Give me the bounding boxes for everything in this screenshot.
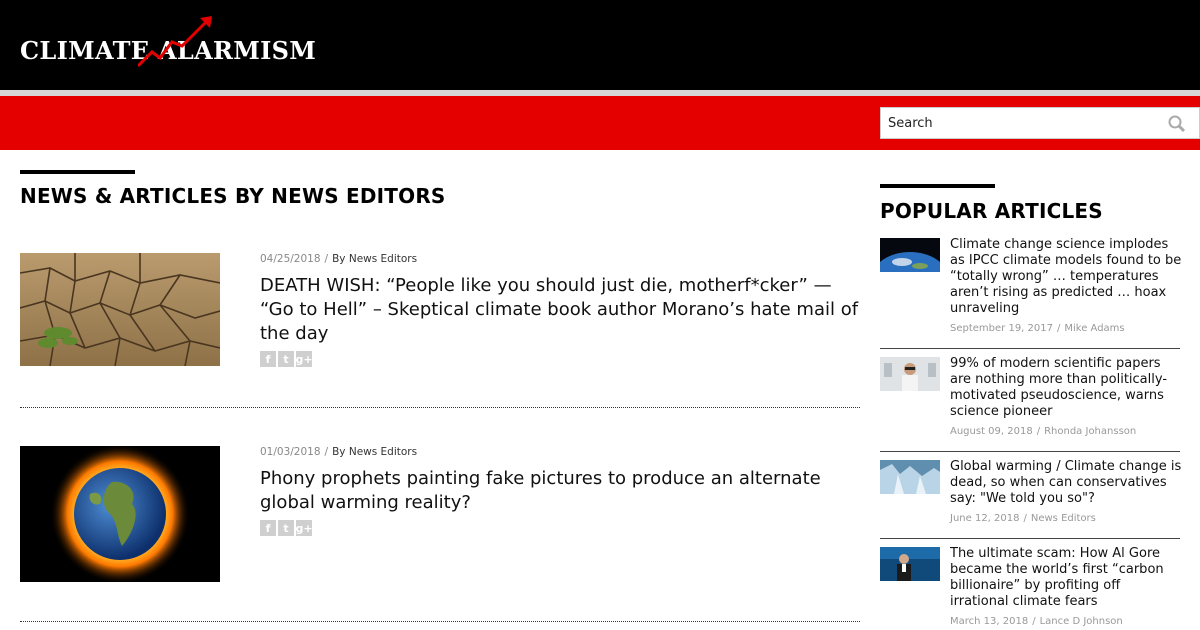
popular-article-meta: August 09, 2018/Rhonda Johansson xyxy=(950,426,1136,437)
article-title[interactable]: Phony prophets painting fake pictures to… xyxy=(260,467,860,515)
search-icon[interactable] xyxy=(1166,114,1188,134)
google-plus-share-icon[interactable]: g+ xyxy=(295,520,313,536)
share-buttons: f t g+ xyxy=(260,520,313,536)
popular-article-meta: September 19, 2017/Mike Adams xyxy=(950,323,1125,334)
rising-arrow-icon xyxy=(138,16,212,68)
meta-separator: / xyxy=(324,446,329,458)
speaker-thumbnail[interactable] xyxy=(880,547,940,581)
twitter-share-icon[interactable]: t xyxy=(278,351,294,367)
popular-article-date: August 09, 2018 xyxy=(950,426,1033,437)
article-title[interactable]: DEATH WISH: “People like you should just… xyxy=(260,274,860,346)
article-author[interactable]: By News Editors xyxy=(332,253,417,265)
article-image-burning-earth[interactable] xyxy=(20,444,220,584)
popular-article-title[interactable]: Climate change science implodes as IPCC … xyxy=(950,237,1182,317)
section-rule xyxy=(20,170,135,174)
popular-article-date: September 19, 2017 xyxy=(950,323,1053,334)
popular-article-title[interactable]: Global warming / Climate change is dead,… xyxy=(950,459,1182,507)
search-input[interactable] xyxy=(881,108,1161,138)
search-box xyxy=(880,107,1200,139)
glacier-thumbnail[interactable] xyxy=(880,460,940,494)
article-item: 01/03/2018/By News Editors Phony prophet… xyxy=(20,444,860,586)
popular-article-author[interactable]: Mike Adams xyxy=(1064,323,1124,334)
popular-article-date: June 12, 2018 xyxy=(950,513,1020,524)
article-item: 04/25/2018/By News Editors DEATH WISH: “… xyxy=(19,253,860,383)
article-divider xyxy=(20,407,860,408)
sidebar-divider xyxy=(880,451,1180,452)
popular-article-author[interactable]: Lance D Johnson xyxy=(1040,616,1123,627)
earth-from-space-thumbnail[interactable] xyxy=(872,238,948,304)
article-author[interactable]: By News Editors xyxy=(332,446,417,458)
facebook-share-icon[interactable]: f xyxy=(260,351,276,367)
popular-article-date: March 13, 2018 xyxy=(950,616,1029,627)
popular-article-item: Climate change science implodes as IPCC … xyxy=(872,237,1182,342)
sidebar-divider xyxy=(880,538,1180,539)
meta-separator: / xyxy=(1023,513,1027,524)
share-buttons: f t g+ xyxy=(260,351,313,367)
popular-article-author[interactable]: News Editors xyxy=(1031,513,1096,524)
meta-separator: / xyxy=(1032,616,1036,627)
popular-article-meta: March 13, 2018/ Lance D Johnson xyxy=(950,616,1123,627)
sidebar-section-rule xyxy=(880,184,995,188)
popular-article-meta: June 12, 2018/ News Editors xyxy=(950,513,1096,524)
sidebar-title: POPULAR ARTICLES xyxy=(880,199,1103,223)
article-date: 04/25/2018 xyxy=(260,253,321,265)
google-plus-share-icon[interactable]: g+ xyxy=(295,351,313,367)
popular-article-author[interactable]: Rhonda Johansson xyxy=(1044,426,1136,437)
article-image-cracked-earth[interactable] xyxy=(19,253,221,367)
popular-article-item: 99% of modern scientific papers are noth… xyxy=(880,356,1182,443)
article-divider xyxy=(20,621,860,622)
popular-article-item: Global warming / Climate change is dead,… xyxy=(880,459,1182,530)
meta-separator: / xyxy=(1036,426,1041,437)
article-date: 01/03/2018 xyxy=(260,446,321,458)
sidebar-divider xyxy=(880,348,1180,349)
meta-separator: / xyxy=(1056,323,1061,334)
facebook-share-icon[interactable]: f xyxy=(260,520,276,536)
popular-article-title[interactable]: 99% of modern scientific papers are noth… xyxy=(950,356,1182,420)
site-header: CLIMATE ALARMISM xyxy=(0,0,1200,90)
article-meta: 01/03/2018/By News Editors xyxy=(260,446,417,458)
scientist-thumbnail[interactable] xyxy=(880,357,940,391)
page-title: NEWS & ARTICLES BY NEWS EDITORS xyxy=(20,184,446,208)
popular-article-title[interactable]: The ultimate scam: How Al Gore became th… xyxy=(950,546,1182,610)
twitter-share-icon[interactable]: t xyxy=(278,520,294,536)
article-meta: 04/25/2018/By News Editors xyxy=(260,253,417,265)
meta-separator: / xyxy=(324,253,329,265)
popular-article-item: The ultimate scam: How Al Gore became th… xyxy=(880,546,1182,630)
